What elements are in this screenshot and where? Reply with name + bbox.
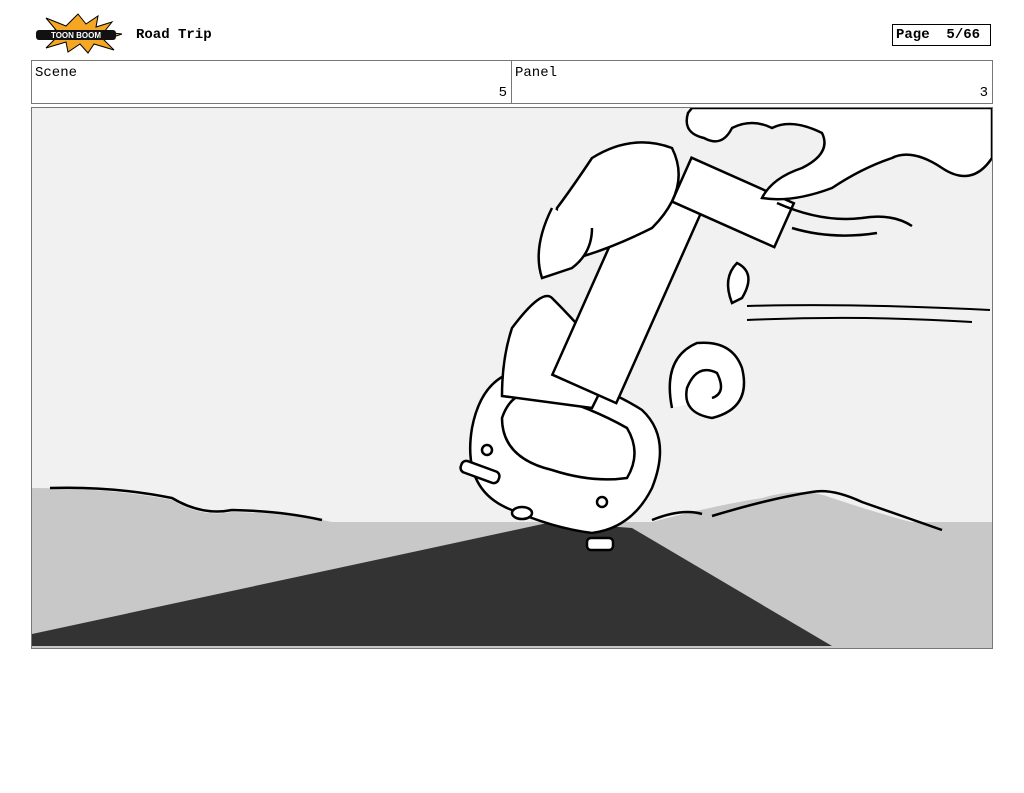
panel-label: Panel [515, 65, 558, 81]
page-indicator: Page 5/66 [892, 24, 991, 46]
page-number: 5/66 [946, 27, 981, 43]
toon-boom-logo: TOON BOOM [32, 12, 124, 54]
panel-cell: Panel 3 [512, 61, 992, 103]
panel-number: 3 [979, 85, 988, 101]
scene-cell: Scene 5 [32, 61, 512, 103]
storyboard-frame [31, 107, 993, 649]
scene-panel-info: Scene 5 Panel 3 [31, 60, 993, 104]
scene-number: 5 [498, 85, 507, 101]
page-label: Page [896, 27, 930, 43]
scene-label: Scene [35, 65, 78, 81]
project-title: Road Trip [136, 27, 212, 43]
storyboard-sketch [32, 108, 992, 648]
svg-text:TOON BOOM: TOON BOOM [51, 31, 101, 40]
